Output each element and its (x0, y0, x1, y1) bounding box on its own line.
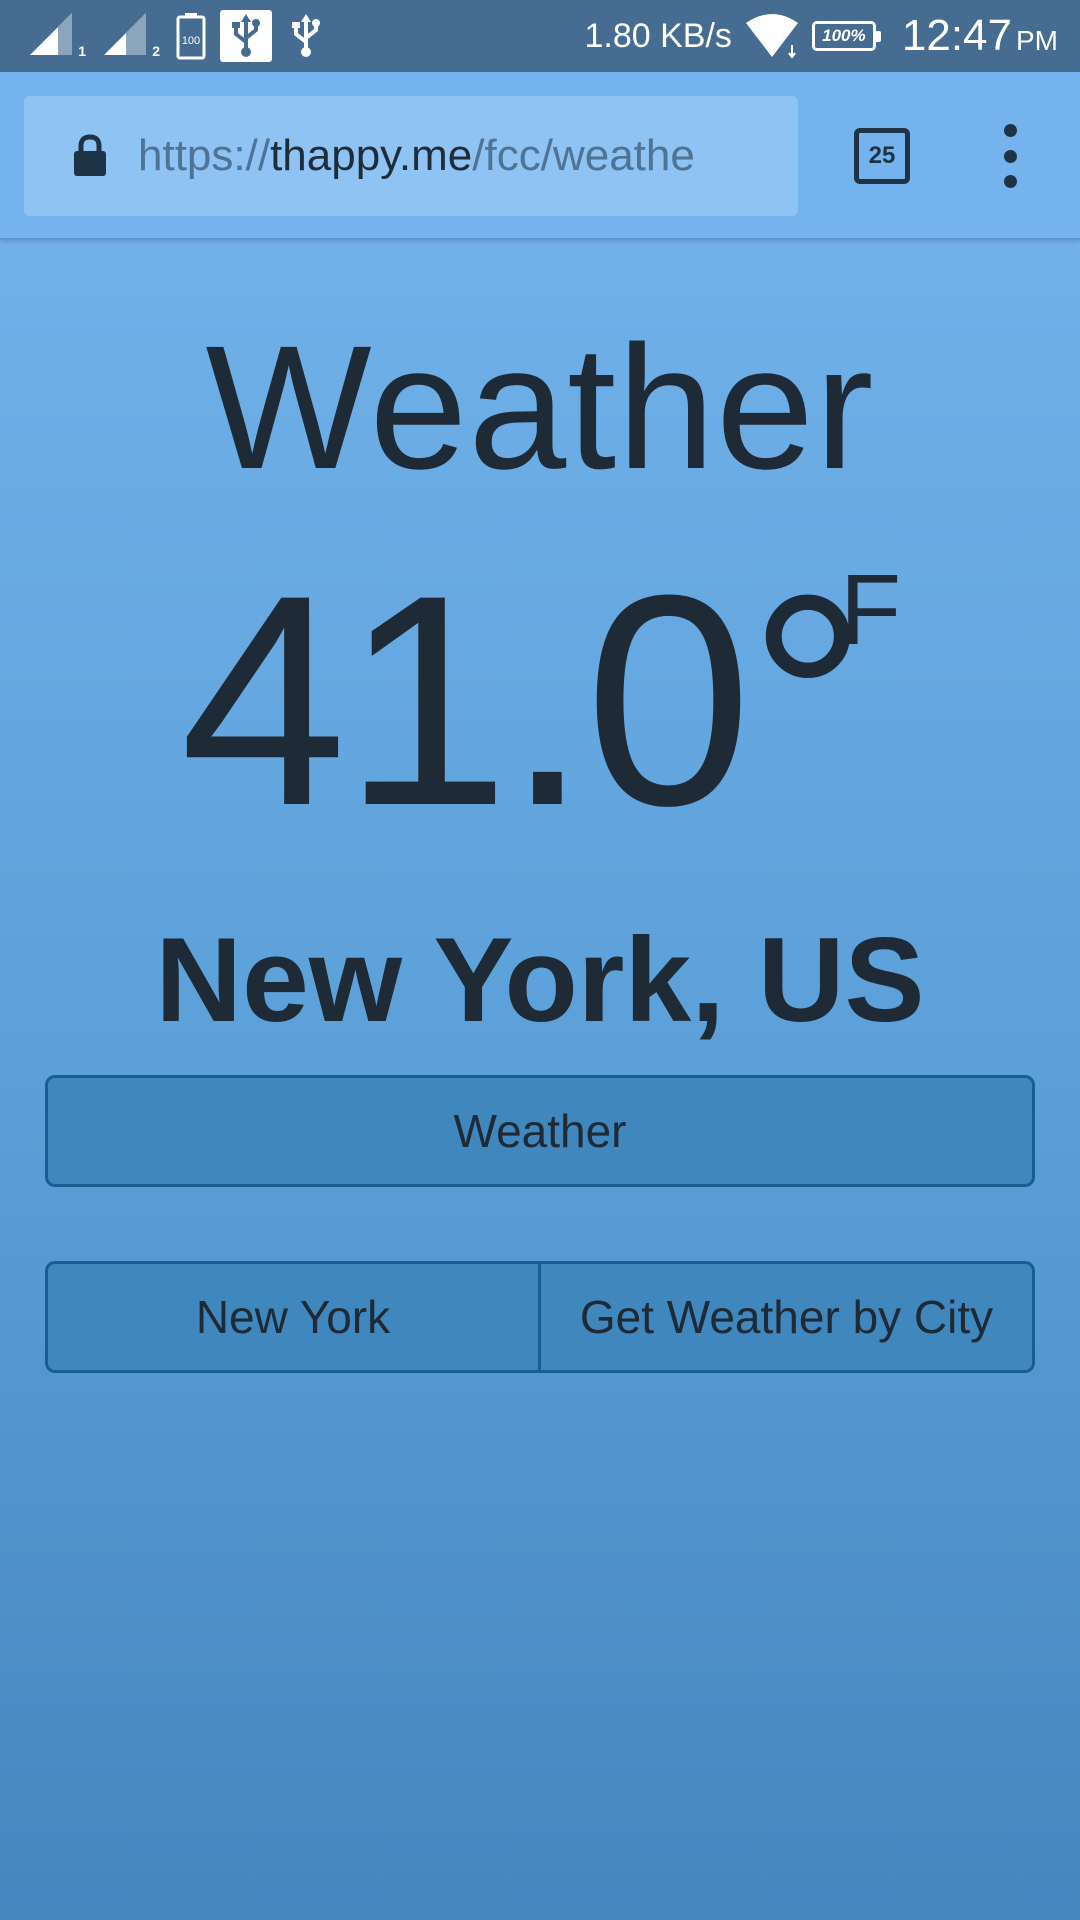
overflow-menu-icon[interactable] (996, 124, 1024, 188)
temperature-value: 41.0° (180, 532, 868, 868)
page-title: Weather (205, 310, 875, 506)
url-path: /fcc/weathe (472, 131, 695, 180)
battery-saver-icon: 100 (176, 12, 206, 60)
weather-button[interactable]: Weather (45, 1075, 1035, 1187)
lock-icon (74, 134, 106, 176)
battery-percent: 100% (822, 26, 866, 45)
status-icons-left: 1 2 100 (0, 0, 326, 72)
battery-icon: 100% (811, 21, 881, 51)
city-name: New York, US (155, 913, 925, 1047)
usb-icon (286, 10, 326, 62)
wifi-icon (744, 13, 800, 59)
clock: 12:47 PM (902, 11, 1058, 61)
sim2-label: 2 (152, 43, 160, 59)
signal-sim2-icon: 2 (102, 11, 162, 61)
network-speed: 1.80 KB/s (584, 16, 732, 55)
status-bar: 1 2 100 1.80 KB/s 100% 12:47 PM (0, 0, 1080, 72)
url-host: thappy.me (270, 131, 473, 180)
tab-count: 25 (868, 142, 896, 169)
browser-toolbar: https://thappy.me/fcc/weathe 25 (0, 72, 1080, 240)
usb-debug-icon (220, 10, 272, 62)
clock-time: 12:47 (901, 11, 1012, 60)
clock-ampm: PM (1016, 25, 1058, 56)
url-text[interactable]: https://thappy.me/fcc/weathe (138, 131, 778, 181)
temperature-unit-toggle[interactable]: F (840, 560, 901, 660)
tab-switcher-button[interactable]: 25 (854, 128, 910, 184)
city-input[interactable]: New York (45, 1261, 540, 1373)
temperature-display: 41.0° F (0, 532, 1080, 868)
get-weather-by-city-button[interactable]: Get Weather by City (540, 1261, 1035, 1373)
url-scheme: https:// (138, 131, 271, 180)
url-bar[interactable]: https://thappy.me/fcc/weathe (24, 96, 798, 216)
battery-small-label: 100 (182, 35, 200, 47)
sim1-label: 1 (78, 43, 86, 59)
city-search-group: New York Get Weather by City (45, 1261, 1035, 1373)
status-icons-right: 1.80 KB/s 100% 12:47 PM (584, 11, 1080, 61)
signal-sim1-icon: 1 (28, 11, 88, 61)
